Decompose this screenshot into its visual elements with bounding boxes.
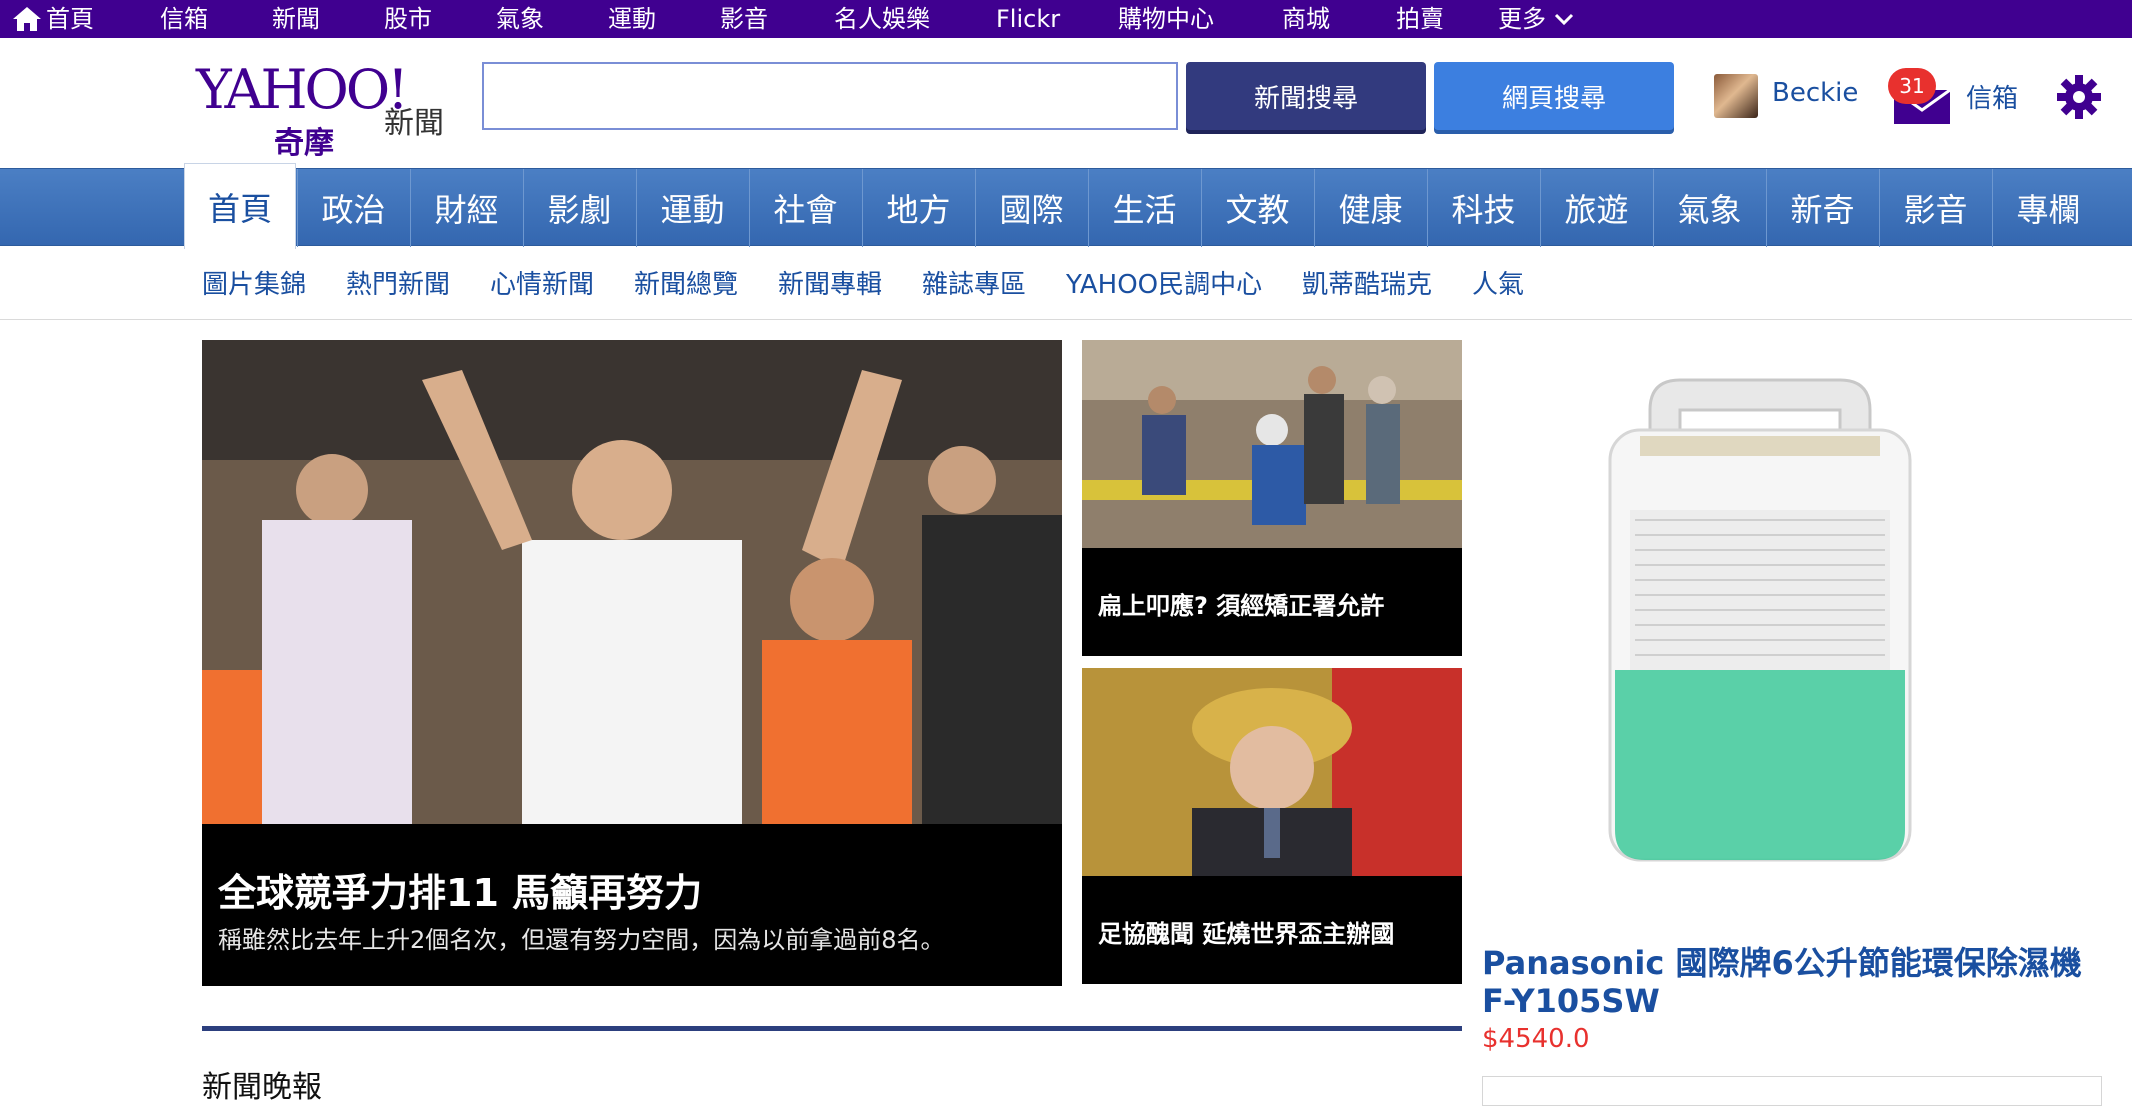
side-story-caption[interactable]: 扁上叩應? 須經矯正署允許: [1098, 586, 1384, 621]
search-input[interactable]: [482, 62, 1178, 130]
logo-sub: 奇摩: [274, 126, 334, 161]
tab-life[interactable]: 生活: [1088, 169, 1200, 247]
tab-finance[interactable]: 財經: [410, 169, 522, 247]
user-name-link[interactable]: Beckie: [1772, 78, 1858, 108]
topbar-item-celebrity[interactable]: 名人娛樂: [834, 0, 930, 38]
tab-home[interactable]: 首頁: [184, 163, 296, 249]
mail-count-badge: 31: [1888, 68, 1936, 104]
subnav-mood-news[interactable]: 心情新聞: [490, 264, 594, 301]
topbar-item-news[interactable]: 新聞: [272, 0, 320, 38]
gear-icon[interactable]: [2056, 74, 2102, 120]
subnav-photo-gallery[interactable]: 圖片集錦: [202, 264, 306, 301]
ad-title-link[interactable]: Panasonic 國際牌6公升節能環保除濕機 F-Y105SW: [1482, 944, 2102, 1020]
ad-price: $4540.0: [1482, 1024, 1590, 1054]
web-search-button[interactable]: 網頁搜尋: [1434, 62, 1674, 130]
logo-section: 新聞: [384, 106, 444, 141]
tab-local[interactable]: 地方: [862, 169, 974, 247]
tab-video[interactable]: 影音: [1879, 169, 1991, 247]
subnav-katie-couric[interactable]: 凱蒂酷瑞克: [1302, 264, 1432, 301]
topbar-item-sports[interactable]: 運動: [608, 0, 656, 38]
subnav-magazines[interactable]: 雜誌專區: [922, 264, 1026, 301]
tab-columns[interactable]: 專欄: [1992, 169, 2104, 247]
topbar-item-mail[interactable]: 信箱: [160, 0, 208, 38]
tab-odd-news[interactable]: 新奇: [1766, 169, 1878, 247]
tab-culture-education[interactable]: 文教: [1201, 169, 1313, 247]
side-story-caption[interactable]: 足協醜聞 延燒世界盃主辦國: [1098, 914, 1394, 949]
tab-society[interactable]: 社會: [749, 169, 861, 247]
subnav-poll-center[interactable]: YAHOO民調中心: [1066, 264, 1262, 301]
topbar-item-mall[interactable]: 商城: [1282, 0, 1330, 38]
tab-health[interactable]: 健康: [1314, 169, 1426, 247]
topbar-item-shopping-center[interactable]: 購物中心: [1118, 0, 1214, 38]
topbar-item-weather[interactable]: 氣象: [496, 0, 544, 38]
tab-travel[interactable]: 旅遊: [1540, 169, 1652, 247]
topbar-item-auction[interactable]: 拍賣: [1396, 0, 1444, 38]
subnav-hot-news[interactable]: 熱門新聞: [346, 264, 450, 301]
mail-label[interactable]: 信箱: [1966, 78, 2018, 115]
sub-nav: 圖片集錦 熱門新聞 心情新聞 新聞總覽 新聞專輯 雜誌專區 YAHOO民調中心 …: [0, 246, 2132, 320]
topbar-item-home[interactable]: 首頁: [46, 0, 94, 38]
topbar-item-video[interactable]: 影音: [720, 0, 768, 38]
topbar-item-stocks[interactable]: 股市: [384, 0, 432, 38]
mail-button[interactable]: 31: [1888, 68, 1958, 128]
main-nav: 首頁 政治 財經 影劇 運動 社會 地方 國際 生活 文教 健康 科技 旅遊 氣…: [0, 163, 2132, 249]
tab-technology[interactable]: 科技: [1427, 169, 1539, 247]
side-story[interactable]: 足協醜聞 延燒世界盃主辦國: [1082, 668, 1462, 984]
section-title: 新聞晚報: [202, 1070, 322, 1105]
ad-next-box: [1482, 1076, 2102, 1106]
hero-story-desc: 稱雖然比去年上升2個名次，但還有努力空間，因為以前拿過前8名。: [218, 926, 945, 954]
news-search-button[interactable]: 新聞搜尋: [1186, 62, 1426, 130]
tab-entertainment[interactable]: 影劇: [523, 169, 635, 247]
hero-story-title[interactable]: 全球競爭力排11 馬籲再努力: [218, 862, 702, 917]
home-icon: [13, 7, 41, 31]
subnav-news-overview[interactable]: 新聞總覽: [634, 264, 738, 301]
topbar-home-link[interactable]: [12, 6, 42, 32]
topbar-item-more: 更多: [1498, 5, 1546, 33]
hero-story-photo: [202, 340, 1062, 824]
header: YAHOO! 奇摩 新聞 新聞搜尋 網頁搜尋 Beckie 31 信箱: [0, 38, 2132, 168]
logo-brand: YAHOO!: [196, 58, 409, 121]
subnav-news-specials[interactable]: 新聞專輯: [778, 264, 882, 301]
topbar-item-flickr[interactable]: Flickr: [996, 0, 1060, 38]
tab-international[interactable]: 國際: [975, 169, 1087, 247]
side-story[interactable]: 扁上叩應? 須經矯正署允許: [1082, 340, 1462, 656]
topbar-more-menu[interactable]: 更多: [1498, 0, 1574, 38]
side-story-photo: [1082, 668, 1462, 876]
tab-sports[interactable]: 運動: [636, 169, 748, 247]
ad-product-image[interactable]: [1560, 370, 1960, 890]
side-story-photo: [1082, 340, 1462, 548]
tab-weather[interactable]: 氣象: [1653, 169, 1765, 247]
tab-politics[interactable]: 政治: [297, 169, 409, 247]
top-bar: 首頁 信箱 新聞 股市 氣象 運動 影音 名人娛樂 Flickr 購物中心 商城…: [0, 0, 2132, 38]
subnav-popular[interactable]: 人氣: [1472, 264, 1524, 301]
chevron-down-icon: [1554, 13, 1574, 26]
section-divider: [202, 1026, 1462, 1031]
yahoo-news-logo[interactable]: YAHOO! 奇摩 新聞: [196, 58, 456, 161]
avatar[interactable]: [1714, 74, 1758, 118]
hero-story[interactable]: 全球競爭力排11 馬籲再努力 稱雖然比去年上升2個名次，但還有努力空間，因為以前…: [202, 340, 1062, 986]
